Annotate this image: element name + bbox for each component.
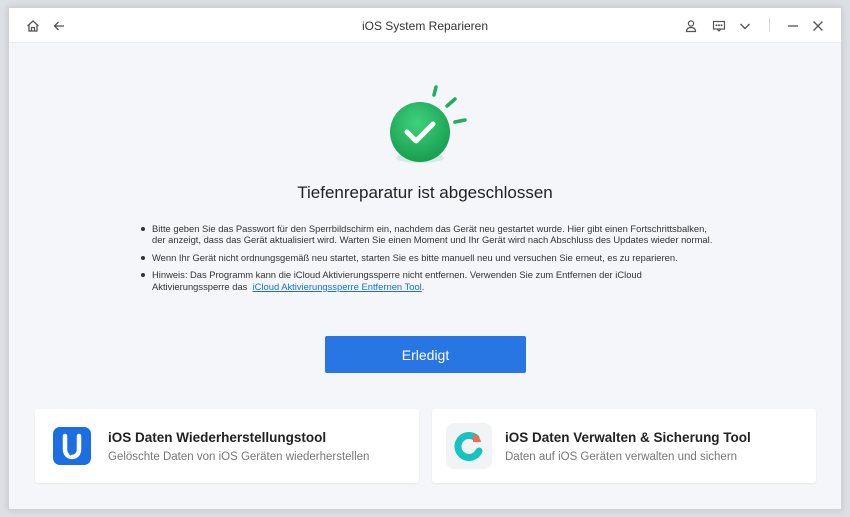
hint-end: .	[421, 280, 425, 292]
list-item: Bitte geben Sie das Passwort für den Spe…	[141, 223, 721, 246]
minimize-icon[interactable]	[783, 16, 803, 36]
page-title: Tiefenreparatur ist abgeschlossen	[297, 183, 553, 202]
titlebar-divider	[769, 18, 770, 32]
card-subtitle: Daten auf iOS Geräten verwalten und sich…	[505, 451, 738, 463]
data-recovery-logo-icon	[49, 423, 95, 469]
card-title: iOS Daten Verwalten & Sicherung Tool	[505, 430, 751, 445]
icloud-tool-link[interactable]: iCloud Aktivierungssperre Entfernen Tool	[253, 281, 422, 292]
list-item: Wenn Ihr Gerät nicht ordnungsgemäß neu s…	[141, 252, 721, 263]
feedback-icon[interactable]	[709, 16, 729, 36]
close-icon[interactable]	[808, 16, 828, 36]
success-check-icon	[379, 82, 479, 172]
card-title: iOS Daten Wiederherstellungstool	[108, 430, 327, 445]
list-item: Hinweis: Das Programm kann die iCloud Ak…	[141, 269, 721, 292]
instructions-list: Bitte geben Sie das Passwort für den Spe…	[141, 223, 721, 298]
done-button[interactable]: Erledigt	[325, 336, 526, 373]
chevron-down-icon[interactable]	[735, 16, 755, 36]
user-icon[interactable]	[681, 16, 701, 36]
title-bar: iOS System Reparieren	[9, 8, 841, 43]
data-manager-tool-card[interactable]: iOS Daten Verwalten & Sicherung Tool Dat…	[432, 409, 816, 483]
data-recovery-tool-card[interactable]: iOS Daten Wiederherstellungstool Gelösch…	[35, 409, 419, 483]
card-subtitle: Gelöschte Daten von iOS Geräten wiederhe…	[108, 451, 370, 463]
data-manager-logo-icon	[446, 423, 492, 469]
app-window: iOS System Reparieren Tiefenreparatur is…	[8, 7, 842, 510]
